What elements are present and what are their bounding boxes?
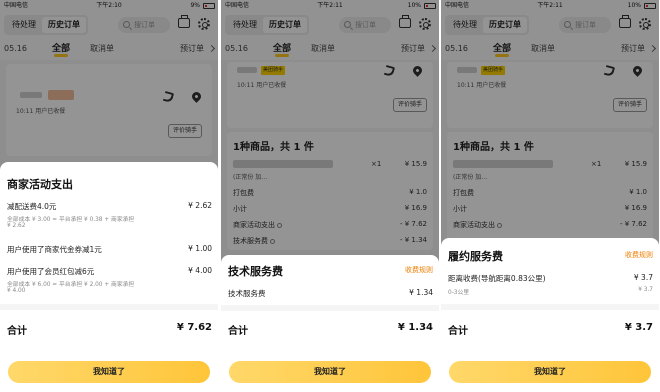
item-detail: 全部成本 ¥ 6.00 = 平台承担 ¥ 2.00 + 商家承担	[7, 282, 135, 288]
fee-rules-link[interactable]: 收费规则	[405, 265, 433, 275]
fee-rules-link[interactable]: 收费规则	[625, 250, 653, 260]
divider	[0, 304, 218, 310]
item-value: ¥ 3.7	[633, 273, 653, 282]
item-label: 减配送费4.0元	[7, 202, 57, 211]
item-detail: ¥ 3.7	[638, 287, 653, 293]
item-label: 用户使用了会员红包减6元	[7, 267, 95, 276]
screen-merchant-activity: 中国电信 下午2:10 9% 待处理 历史订单 搜订单 05.16 全部 取消单…	[0, 0, 218, 392]
item-detail: 全部成本 ¥ 3.00 = 平台承担 ¥ 0.38 + 商家承担	[7, 217, 135, 223]
got-it-button[interactable]: 我知道了	[229, 361, 431, 383]
item-detail: ¥ 4.00	[7, 288, 26, 294]
got-it-button[interactable]: 我知道了	[449, 361, 651, 383]
divider	[221, 305, 439, 311]
total-value: ¥ 1.34	[397, 322, 433, 333]
item-label: 用户使用了商家代金券减1元	[7, 245, 102, 254]
item-value: ¥ 1.00	[188, 244, 212, 253]
item-label: 距离收费(导航距离0.83公里)	[448, 274, 546, 283]
sheet-title: 技术服务费	[228, 265, 283, 278]
total-value: ¥ 3.7	[624, 322, 653, 333]
total-label: 合计	[228, 326, 248, 337]
sheet-title: 履约服务费	[448, 250, 503, 263]
item-value: ¥ 2.62	[188, 201, 212, 210]
got-it-button[interactable]: 我知道了	[8, 361, 210, 383]
item-value: ¥ 1.34	[409, 288, 433, 297]
technical-fee-sheet: 技术服务费 收费规则 技术服务费 ¥ 1.34 合计 ¥ 1.34 我知道了	[221, 255, 439, 392]
fulfillment-fee-sheet: 履约服务费 收费规则 距离收费(导航距离0.83公里) ¥ 3.7 0-3公里 …	[441, 238, 659, 392]
item-detail: ¥ 2.62	[7, 223, 26, 229]
divider	[441, 304, 659, 310]
total-label: 合计	[7, 326, 27, 337]
total-label: 合计	[448, 326, 468, 337]
item-detail: 0-3公里	[448, 290, 470, 296]
merchant-activity-sheet: 商家活动支出 减配送费4.0元 ¥ 2.62 全部成本 ¥ 3.00 = 平台承…	[0, 162, 218, 392]
item-value: ¥ 4.00	[188, 266, 212, 275]
total-value: ¥ 7.62	[176, 322, 212, 333]
sheet-title: 商家活动支出	[7, 178, 73, 191]
screen-fulfillment-fee: 中国电信 下午2:11 10% 待处理 历史订单 搜订单 05.16 全部 取消…	[441, 0, 659, 392]
screen-technical-fee: 中国电信 下午2:11 10% 待处理 历史订单 搜订单 05.16 全部 取消…	[221, 0, 439, 392]
item-label: 技术服务费	[228, 289, 266, 298]
